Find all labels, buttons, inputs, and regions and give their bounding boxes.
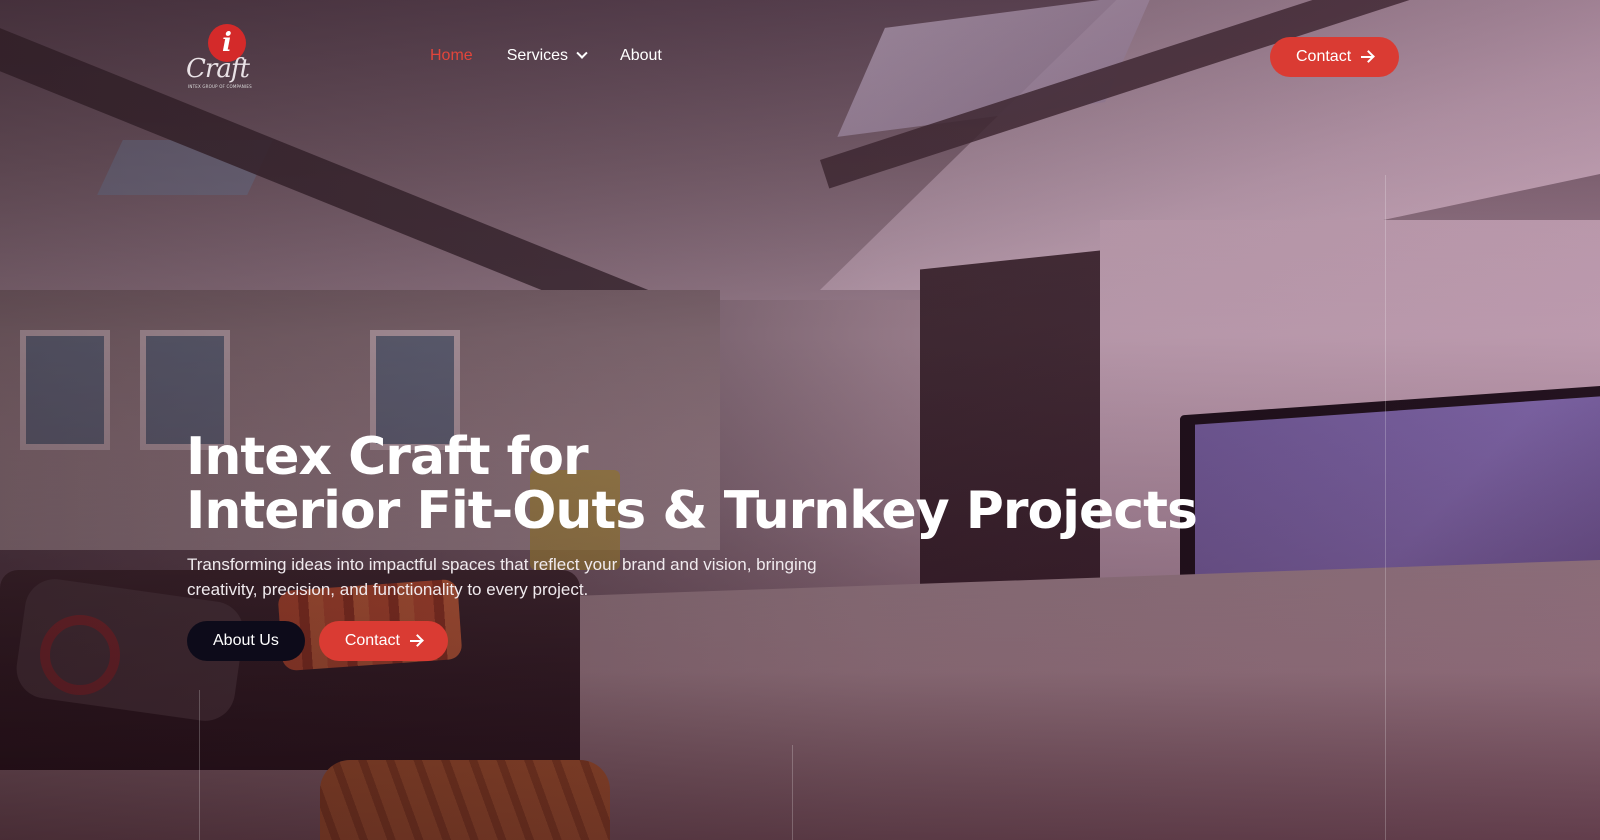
hero-title-line2: Interior Fit-Outs & Turnkey Projects	[186, 481, 1198, 541]
hero-overlay	[0, 0, 1600, 840]
logo-tagline: INTEX GROUP OF COMPANIES	[188, 84, 252, 89]
arrow-right-icon	[1361, 51, 1374, 63]
grid-line	[792, 745, 793, 840]
header-contact-button[interactable]: Contact	[1270, 37, 1400, 77]
nav-item-label: About	[620, 47, 662, 64]
hero-subtitle: Transforming ideas into impactful spaces…	[187, 555, 817, 599]
hero-title: Intex Craft for Interior Fit-Outs & Turn…	[186, 427, 1198, 541]
about-us-button[interactable]: About Us	[187, 621, 305, 661]
brand-logo[interactable]: i Craft INTEX GROUP OF COMPANIES	[186, 24, 258, 92]
nav-item-label: Services	[506, 47, 569, 64]
nav-item-home[interactable]: Home	[430, 47, 473, 65]
hero-section: i Craft INTEX GROUP OF COMPANIES Home Se…	[0, 0, 1600, 840]
hero-contact-button[interactable]: Contact	[318, 621, 448, 661]
contact-button-label: Contact	[344, 632, 400, 649]
main-nav: Home Services About	[430, 47, 662, 65]
grid-line	[1385, 175, 1386, 840]
chevron-down-icon	[576, 47, 588, 59]
nav-item-about[interactable]: About	[620, 47, 662, 65]
nav-item-label: Home	[430, 47, 473, 64]
about-us-button-label: About Us	[213, 632, 279, 649]
nav-item-services[interactable]: Services	[506, 47, 588, 65]
hero-actions: About Us Contact	[187, 621, 448, 661]
contact-button-label: Contact	[1296, 48, 1352, 65]
grid-line	[199, 690, 200, 840]
logo-wordmark: Craft	[186, 54, 250, 84]
arrow-right-icon	[409, 635, 422, 647]
hero-title-line1: Intex Craft for	[186, 427, 589, 487]
